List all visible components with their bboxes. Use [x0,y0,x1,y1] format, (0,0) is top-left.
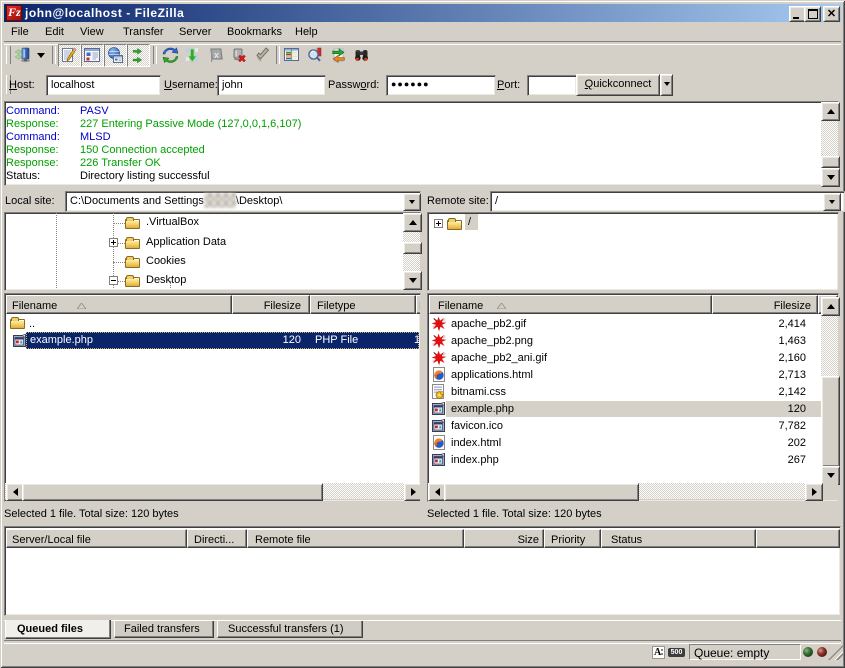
svg-text:x: x [214,50,219,60]
